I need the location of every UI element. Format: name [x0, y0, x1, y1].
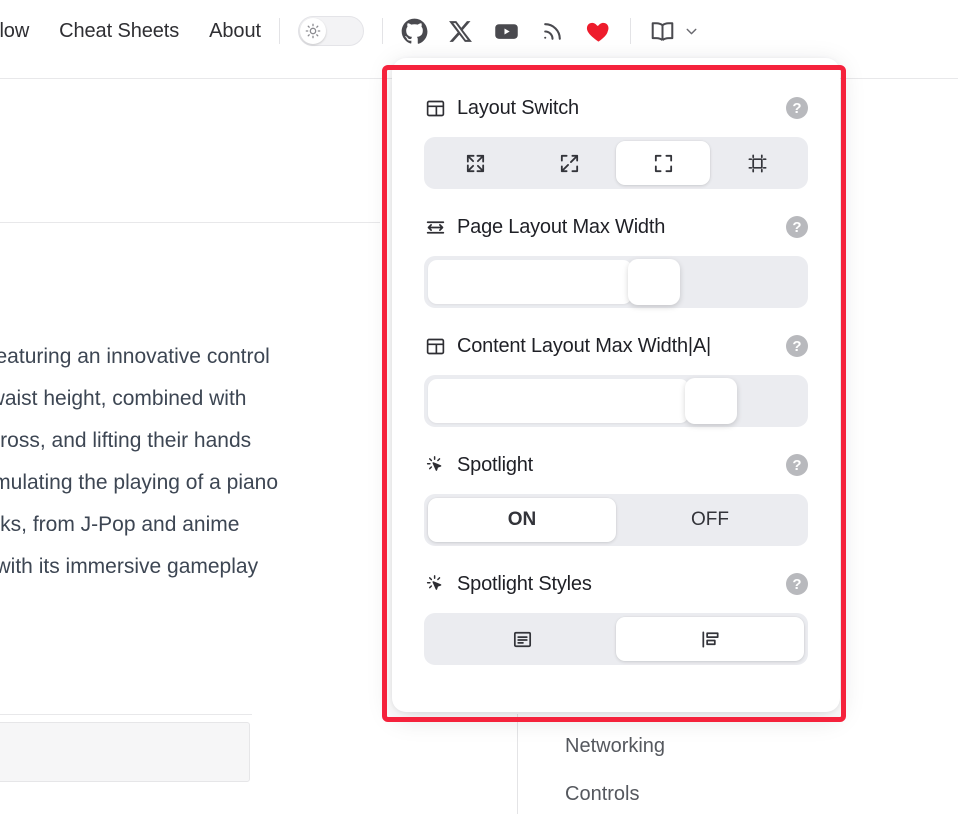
spotlight-style-option-text-lines-bar[interactable] — [616, 617, 804, 661]
nav-links-group: flow Cheat Sheets About — [0, 20, 261, 43]
layout-panel-icon — [424, 335, 446, 357]
help-icon[interactable]: ? — [786, 454, 808, 476]
table-of-contents: Networking Controls — [565, 722, 825, 814]
background-card — [0, 722, 250, 782]
layout-switch-segmented-control — [424, 137, 808, 189]
section-title: Spotlight — [457, 453, 534, 476]
expand-diagonal-icon — [560, 154, 578, 172]
content-layout-max-width-slider[interactable] — [424, 375, 808, 427]
top-navigation-bar: flow Cheat Sheets About — [0, 0, 958, 62]
toc-item-networking[interactable]: Networking — [565, 722, 825, 770]
section-title: Spotlight Styles — [457, 572, 592, 595]
background-paragraph: , featuring an innovative control t wais… — [0, 336, 378, 588]
spotlight-styles-segmented-control — [424, 613, 808, 665]
x-twitter-icon[interactable] — [448, 19, 473, 44]
arrows-maximize-icon — [466, 154, 484, 172]
layout-option-expand-diagonal[interactable] — [522, 141, 616, 185]
paragraph-line: simulating the playing of a piano — [0, 471, 279, 494]
slider-fill — [428, 260, 632, 304]
nav-link-about[interactable]: About — [209, 20, 261, 43]
nav-divider-2 — [381, 18, 383, 44]
section-content-layout-max-width: Content Layout Max Width|A| ? — [424, 326, 808, 427]
page-layout-max-width-slider[interactable] — [424, 256, 808, 308]
section-header: Spotlight Styles ? — [424, 564, 808, 604]
section-header: Layout Switch ? — [424, 88, 808, 128]
paragraph-line: acks, from J-Pop and anime — [0, 513, 240, 536]
help-icon[interactable]: ? — [786, 216, 808, 238]
section-page-layout-max-width: Page Layout Max Width ? — [424, 207, 808, 308]
layout-option-corners-frame[interactable] — [616, 141, 710, 185]
book-menu[interactable] — [649, 18, 700, 45]
spotlight-option-off[interactable]: OFF — [616, 498, 804, 542]
slider-thumb[interactable] — [685, 378, 738, 424]
settings-panel: Layout Switch ? Page Layout Max Width ? … — [392, 58, 840, 712]
content-divider-upper — [0, 222, 380, 223]
section-header: Content Layout Max Width|A| ? — [424, 326, 808, 366]
theme-toggle-knob — [299, 18, 326, 44]
spotlight-segmented-control: ON OFF — [424, 494, 808, 546]
paragraph-line: , featuring an innovative control — [0, 345, 270, 368]
layout-panel-icon — [424, 97, 446, 119]
sun-icon — [305, 23, 321, 39]
paragraph-line: across, and lifting their hands — [0, 429, 252, 452]
section-header: Page Layout Max Width ? — [424, 207, 808, 247]
section-title: Page Layout Max Width — [457, 215, 666, 238]
youtube-icon[interactable] — [493, 18, 520, 45]
github-icon[interactable] — [401, 18, 428, 45]
rss-icon[interactable] — [540, 19, 565, 44]
section-header: Spotlight ? — [424, 445, 808, 485]
nav-divider-1 — [278, 18, 280, 44]
section-layout-switch: Layout Switch ? — [424, 88, 808, 189]
heart-icon[interactable] — [585, 18, 612, 45]
text-block-boxed-icon — [513, 631, 531, 647]
section-title: Content Layout Max Width|A| — [457, 334, 712, 357]
section-spotlight: Spotlight ? ON OFF — [424, 445, 808, 546]
text-lines-bar-icon — [701, 630, 719, 648]
content-divider-lower — [0, 714, 252, 715]
layout-option-crop-frame[interactable] — [710, 141, 804, 185]
screenshot-root: , featuring an innovative control t wais… — [0, 0, 958, 814]
nav-divider-3 — [629, 18, 631, 44]
section-spotlight-styles: Spotlight Styles ? — [424, 564, 808, 665]
theme-toggle[interactable] — [297, 16, 364, 46]
social-icons-group — [401, 18, 612, 45]
paragraph-line: t waist height, combined with — [0, 387, 247, 410]
nav-link-flow[interactable]: flow — [0, 20, 29, 43]
paragraph-line: e with its immersive gameplay — [0, 555, 259, 578]
corners-frame-icon — [654, 154, 672, 172]
spotlight-cursor-icon — [424, 573, 446, 595]
arrows-horizontal-icon — [424, 216, 446, 238]
help-icon[interactable]: ? — [786, 97, 808, 119]
layout-option-arrows-maximize[interactable] — [428, 141, 522, 185]
nav-link-cheat-sheets[interactable]: Cheat Sheets — [59, 20, 179, 43]
help-icon[interactable]: ? — [786, 335, 808, 357]
crop-frame-icon — [747, 153, 767, 173]
slider-thumb[interactable] — [627, 259, 680, 305]
help-icon[interactable]: ? — [786, 573, 808, 595]
spotlight-cursor-icon — [424, 454, 446, 476]
section-title: Layout Switch — [457, 96, 579, 119]
toc-vertical-rule — [517, 714, 518, 814]
chevron-down-icon — [686, 28, 697, 34]
spotlight-option-on[interactable]: ON — [428, 498, 616, 542]
slider-fill — [428, 379, 690, 423]
book-icon — [651, 21, 674, 41]
toc-item-controls[interactable]: Controls — [565, 770, 825, 814]
spotlight-style-option-text-block[interactable] — [428, 617, 616, 661]
